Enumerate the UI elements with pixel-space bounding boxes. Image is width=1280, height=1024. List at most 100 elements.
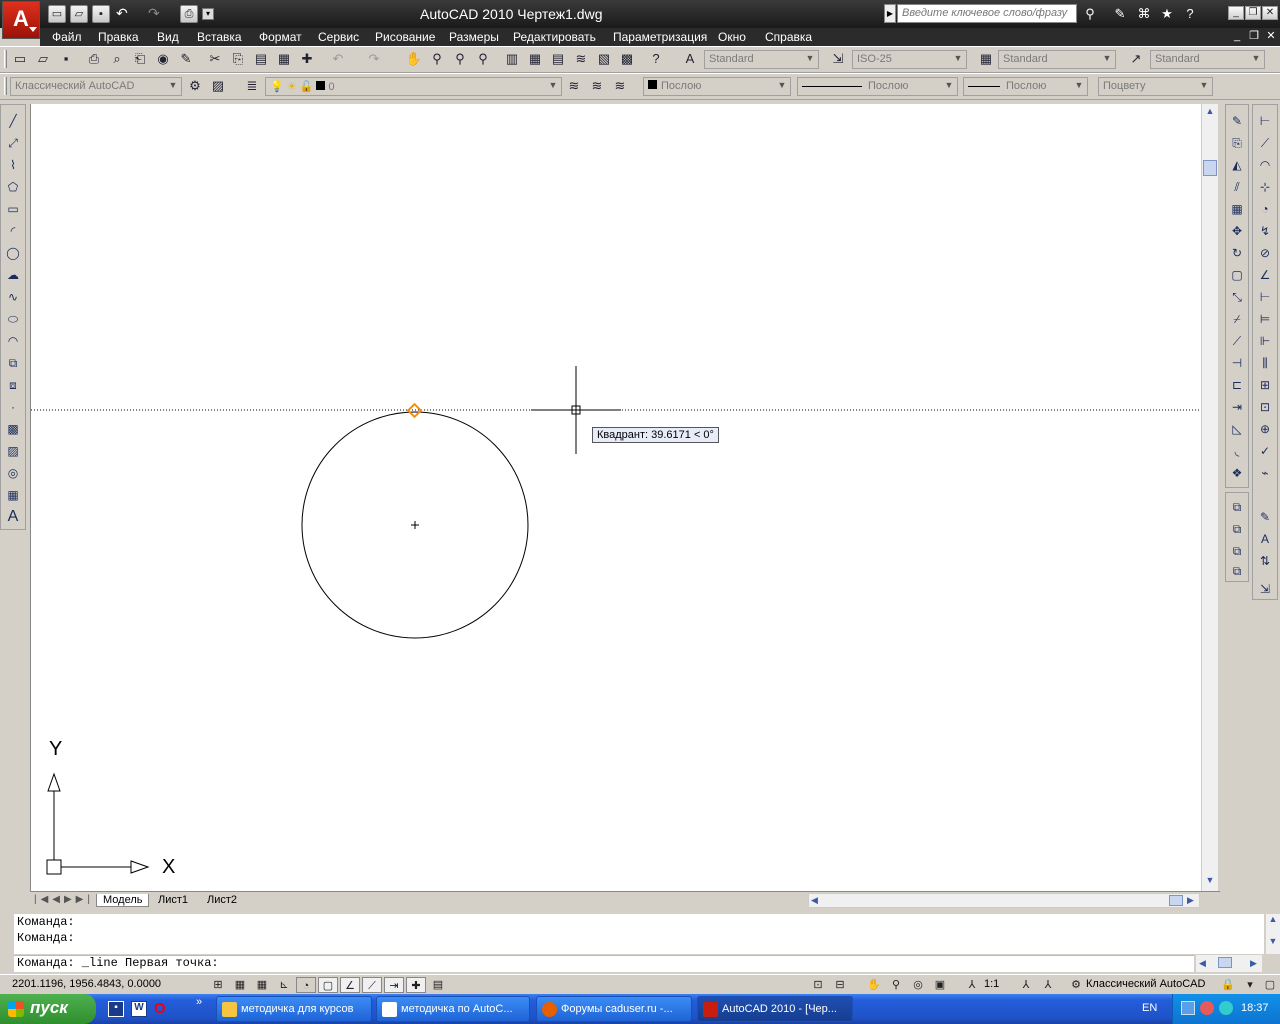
spline-icon[interactable]: ∿ — [3, 287, 23, 307]
aligned-dim-icon[interactable]: ⟋ — [1255, 133, 1275, 153]
clean-screen-icon[interactable]: ▢ — [1260, 977, 1280, 993]
dim-update-icon[interactable]: ⇅ — [1255, 551, 1275, 571]
move-icon[interactable]: ✥ — [1227, 221, 1247, 241]
region-icon[interactable]: ◎ — [3, 463, 23, 483]
erase-icon[interactable]: ✎ — [1227, 111, 1247, 131]
preview-icon[interactable]: ⌕ — [107, 49, 127, 69]
search-input[interactable]: Введите ключевое слово/фразу — [897, 4, 1077, 23]
save-file-icon[interactable]: ▪ — [56, 49, 76, 69]
properties-icon[interactable]: ▥ — [502, 49, 522, 69]
infer-constraints-icon[interactable]: ⊞ — [208, 977, 228, 993]
redo-icon[interactable]: ↷ — [148, 5, 160, 22]
multiline-text-icon[interactable]: A — [3, 507, 23, 527]
scroll-down-icon[interactable]: ▼ — [1266, 936, 1280, 946]
menu-help[interactable]: Справка — [765, 30, 812, 44]
dim-style-toolbar-icon[interactable]: ⇲ — [1255, 579, 1275, 599]
polar-icon[interactable]: ◔ — [296, 977, 316, 993]
polyline-icon[interactable]: ⌇ — [3, 155, 23, 175]
explode-icon[interactable]: ❖ — [1227, 463, 1247, 483]
mirror-icon[interactable]: ◭ — [1227, 155, 1247, 175]
mleader-style-icon[interactable]: ↗ — [1126, 49, 1146, 69]
tools-icon[interactable]: ✎ — [1110, 4, 1130, 23]
infocenter-toggle[interactable]: ▶ — [884, 4, 896, 23]
doc-close-button[interactable]: ✕ — [1264, 30, 1278, 43]
drawing-area[interactable]: Квадрант: 39.6171 < 0° Y X — [30, 104, 1202, 891]
favorites-icon[interactable]: ★ — [1157, 4, 1177, 23]
bring-to-front-icon[interactable]: ⧉ — [1227, 497, 1247, 517]
task-firefox[interactable]: Форумы caduser.ru -... — [536, 996, 692, 1022]
menu-modify[interactable]: Редактировать — [513, 30, 596, 44]
rotate-icon[interactable]: ↻ — [1227, 243, 1247, 263]
lineweight-select[interactable]: Послою ▼ — [963, 77, 1088, 96]
ellipse-icon[interactable]: ⬭ — [3, 309, 23, 329]
layout-icon[interactable]: ⊟ — [830, 977, 850, 993]
text-style-icon[interactable]: A — [680, 49, 700, 69]
model-space-icon[interactable]: ⊡ — [808, 977, 828, 993]
linear-dim-icon[interactable]: ⊢ — [1255, 111, 1275, 131]
binoculars-icon[interactable]: ⚲ — [1080, 4, 1100, 23]
scroll-left-icon[interactable]: ◀ — [811, 895, 818, 906]
zoom-previous-icon[interactable]: ⚲ — [473, 49, 493, 69]
command-input[interactable]: Команда: _line Первая точка: — [14, 955, 1194, 972]
scroll-right-icon[interactable]: ▶ — [1187, 895, 1194, 906]
snap-mode-icon[interactable]: ▦ — [230, 977, 250, 993]
rectangle-icon[interactable]: ▭ — [3, 199, 23, 219]
arc-icon[interactable]: ◜ — [3, 221, 23, 241]
workspace-save-icon[interactable]: ▨ — [208, 76, 228, 96]
hatch-icon[interactable]: ▩ — [3, 419, 23, 439]
doc-restore-button[interactable]: ❐ — [1247, 30, 1261, 43]
toolbar-grip[interactable] — [4, 77, 7, 95]
redo-toolbar-icon[interactable]: ↷ — [364, 49, 384, 69]
mleader-style-select[interactable]: Standard ▼ — [1150, 50, 1265, 69]
arc-length-icon[interactable]: ◠ — [1255, 155, 1275, 175]
doc-minimize-button[interactable]: _ — [1230, 30, 1244, 43]
hscroll-thumb[interactable] — [1218, 957, 1232, 968]
horizontal-scrollbar[interactable]: ◀ ▶ — [808, 893, 1200, 908]
scroll-thumb[interactable] — [1203, 160, 1217, 176]
offset-icon[interactable]: ⫽ — [1227, 177, 1247, 197]
insert-block-icon[interactable]: ⧉ — [3, 353, 23, 373]
markup-icon[interactable]: ▧ — [594, 49, 614, 69]
gradient-icon[interactable]: ▨ — [3, 441, 23, 461]
quicklaunch-save-icon[interactable]: ▪ — [108, 1001, 124, 1017]
inspection-icon[interactable]: ✓ — [1255, 441, 1275, 461]
task-word-doc[interactable]: методичка по AutoC... — [376, 996, 530, 1022]
match-properties-icon[interactable]: ▦ — [274, 49, 294, 69]
menu-file[interactable]: Файл — [52, 30, 82, 44]
workspace-switch-icon[interactable]: ⚙ — [1066, 977, 1086, 993]
angular-dim-icon[interactable]: ∠ — [1255, 265, 1275, 285]
tab-model[interactable]: Модель — [96, 894, 150, 907]
quick-dim-icon[interactable]: ⊢ — [1255, 287, 1275, 307]
menu-draw[interactable]: Рисование — [375, 30, 435, 44]
zoom-window-icon[interactable]: ⚲ — [450, 49, 470, 69]
task-autocad[interactable]: AutoCAD 2010 - [Чер... — [697, 996, 853, 1022]
fillet-icon[interactable]: ◟ — [1227, 441, 1247, 461]
copy-icon[interactable]: ⎘ — [228, 49, 248, 69]
scale-icon[interactable]: ▢ — [1227, 265, 1247, 285]
annotation-scale-icon[interactable]: ⅄ — [962, 977, 982, 993]
ducs-icon[interactable]: ⟋ — [362, 977, 382, 993]
undo-toolbar-icon[interactable]: ↶ — [328, 49, 348, 69]
jogged-linear-icon[interactable]: ⌁ — [1255, 463, 1275, 483]
tab-layout1[interactable]: Лист1 — [152, 894, 194, 906]
help-icon[interactable]: ? — [1180, 4, 1200, 23]
toolbar-grip[interactable] — [4, 50, 7, 68]
qp-icon[interactable]: ▤ — [428, 977, 448, 993]
extend-icon[interactable]: ⟋ — [1227, 331, 1247, 351]
design-center-icon[interactable]: ▦ — [525, 49, 545, 69]
layer-state-icon[interactable]: ≋ — [610, 76, 630, 96]
task-folder[interactable]: методичка для курсов — [216, 996, 372, 1022]
plotstyle-select[interactable]: Поцвету ▼ — [1098, 77, 1213, 96]
paste-icon[interactable]: ▤ — [251, 49, 271, 69]
scroll-right-icon[interactable]: ▶ — [1250, 958, 1257, 969]
plot-icon[interactable]: ⎙ — [180, 5, 198, 23]
3d-dwf-icon[interactable]: ◉ — [153, 49, 173, 69]
send-to-back-icon[interactable]: ⧉ — [1227, 519, 1247, 539]
center-mark-icon[interactable]: ⊕ — [1255, 419, 1275, 439]
jogged-dim-icon[interactable]: ↯ — [1255, 221, 1275, 241]
zoom-status-icon[interactable]: ⚲ — [886, 977, 906, 993]
ortho-icon[interactable]: ⊾ — [274, 977, 294, 993]
quicklaunch-more-icon[interactable]: » — [196, 996, 202, 1008]
chevron-down-icon[interactable]: ▾ — [1240, 977, 1260, 993]
scroll-down-icon[interactable]: ▼ — [1204, 875, 1216, 887]
